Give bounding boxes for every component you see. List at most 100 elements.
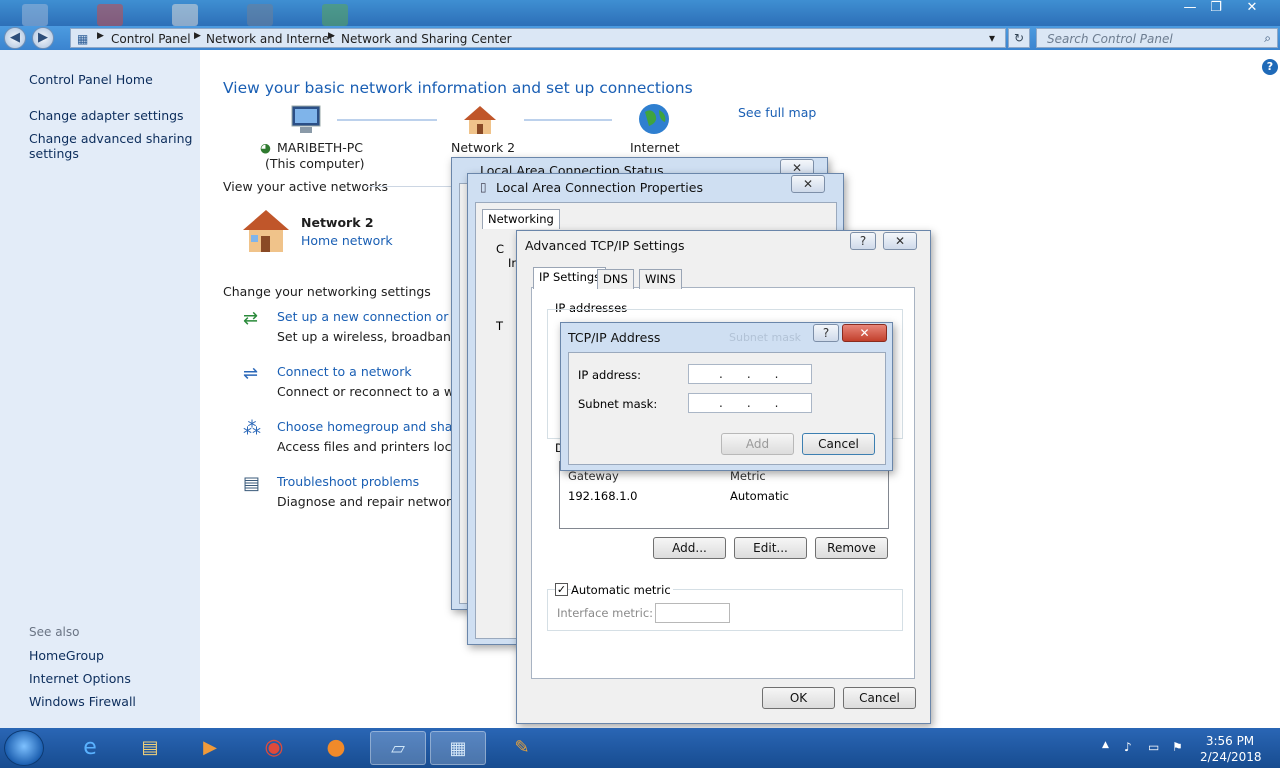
gateway-value[interactable]: 192.168.1.0 xyxy=(568,489,638,503)
computer-icon[interactable] xyxy=(288,104,324,136)
minimize-button[interactable]: — xyxy=(1178,0,1202,18)
close-icon[interactable]: ✕ xyxy=(791,175,825,193)
map-connector-line xyxy=(524,119,612,121)
maximize-button[interactable]: ❐ xyxy=(1204,0,1228,18)
ok-button[interactable]: OK xyxy=(762,687,835,709)
dialog-title: Advanced TCP/IP Settings xyxy=(525,238,685,253)
desktop-icon xyxy=(247,4,273,26)
dialog-title: Local Area Connection Properties xyxy=(496,180,703,195)
desktop-icon xyxy=(172,4,198,26)
sidebar-item-adapter[interactable]: Change adapter settings xyxy=(29,108,184,123)
partial-label-c: C xyxy=(496,242,505,256)
volume-icon[interactable]: ♪ xyxy=(1124,740,1132,754)
address-dropdown-icon[interactable]: ▾ xyxy=(989,31,995,45)
address-bar[interactable]: ▦ ▶ Control Panel ▶ Network and Internet… xyxy=(70,28,1006,48)
home-network-large-icon xyxy=(243,210,289,252)
computer-name: MARIBETH-PC xyxy=(277,140,363,155)
desktop-icon xyxy=(22,4,48,26)
sidebar-item-home[interactable]: Control Panel Home xyxy=(29,72,153,87)
internet-globe-icon[interactable] xyxy=(637,102,671,136)
breadcrumb-sharing-center[interactable]: Network and Sharing Center xyxy=(341,32,512,46)
see-also-heading: See also xyxy=(29,625,80,639)
active-network-name: Network 2 xyxy=(301,215,374,230)
control-panel-icon: ▦ xyxy=(77,32,89,46)
network-type-link[interactable]: Home network xyxy=(301,233,393,248)
refresh-button[interactable]: ↻ xyxy=(1008,28,1030,48)
close-window-button[interactable]: ✕ xyxy=(1232,0,1272,18)
sidebar-item-internet-options[interactable]: Internet Options xyxy=(29,671,131,686)
breadcrumb-control-panel[interactable]: Control Panel xyxy=(111,32,191,46)
metric-column-header[interactable]: Metric xyxy=(730,469,766,483)
sidebar-item-advanced-sharing[interactable]: Change advanced sharing xyxy=(29,131,192,146)
this-computer-label: (This computer) xyxy=(265,156,365,171)
divider xyxy=(366,186,456,187)
start-button[interactable] xyxy=(4,730,44,766)
sidebar-item-advanced-sharing-2[interactable]: settings xyxy=(29,146,79,161)
chrome-icon[interactable]: ◉ xyxy=(246,731,302,765)
close-icon[interactable]: ✕ xyxy=(883,232,917,250)
task-homegroup-link[interactable]: Choose homegroup and sharing xyxy=(277,419,477,434)
search-placeholder: Search Control Panel xyxy=(1047,32,1173,46)
task-troubleshoot-link[interactable]: Troubleshoot problems xyxy=(277,474,419,489)
faint-background-text: Subnet mask xyxy=(729,331,802,344)
partial-label-t: T xyxy=(496,319,504,333)
task-connect-network-link[interactable]: Connect to a network xyxy=(277,364,412,379)
interface-metric-label: Interface metric: xyxy=(557,606,654,620)
clock[interactable]: 3:56 PM 2/24/2018 xyxy=(1200,733,1262,765)
add-address-button[interactable]: Add xyxy=(721,433,794,455)
tab-ip-settings[interactable]: IP Settings xyxy=(533,267,607,289)
edit-gateway-button[interactable]: Edit... xyxy=(734,537,807,559)
see-full-map-link[interactable]: See full map xyxy=(738,105,816,120)
window-title-bar: — ❐ ✕ xyxy=(0,0,1280,26)
paint-icon[interactable]: ✎ xyxy=(494,731,550,765)
internet-explorer-icon[interactable]: e xyxy=(62,731,118,765)
tab-wins[interactable]: WINS xyxy=(639,269,682,289)
firefox-icon[interactable]: ● xyxy=(308,731,364,765)
breadcrumb-network-internet[interactable]: Network and Internet xyxy=(206,32,334,46)
gateway-column-header[interactable]: Gateway xyxy=(568,469,619,483)
desktop-icon xyxy=(97,4,123,26)
cancel-address-button[interactable]: Cancel xyxy=(802,433,875,455)
help-button[interactable]: ? xyxy=(850,232,876,250)
ip-address-label: IP address: xyxy=(578,368,642,382)
troubleshoot-icon: ▤ xyxy=(243,473,261,494)
network-tray-icon[interactable]: ▭ xyxy=(1148,740,1159,754)
file-explorer-icon[interactable]: ▤ xyxy=(122,731,178,765)
internet-node-label: Internet xyxy=(630,140,680,155)
breadcrumb-separator-icon[interactable]: ▶ xyxy=(194,31,201,41)
back-button[interactable]: ◀ xyxy=(4,27,26,49)
desktop-icon xyxy=(322,4,348,26)
tab-networking[interactable]: Networking xyxy=(482,209,560,229)
interface-metric-input[interactable] xyxy=(655,603,730,623)
metric-value[interactable]: Automatic xyxy=(730,489,789,503)
ip-address-input[interactable]: ... xyxy=(688,364,812,384)
show-hidden-icons-icon[interactable]: ▲ xyxy=(1102,740,1109,750)
dialog-title: TCP/IP Address xyxy=(568,330,661,345)
breadcrumb-separator-icon[interactable]: ▶ xyxy=(97,31,104,41)
new-connection-icon: ⇄ xyxy=(243,308,259,329)
action-center-icon[interactable]: ⚑ xyxy=(1172,740,1183,754)
search-input[interactable]: Search Control Panel ⌕ xyxy=(1036,28,1278,48)
cancel-button[interactable]: Cancel xyxy=(843,687,916,709)
forward-button[interactable]: ▶ xyxy=(32,27,54,49)
active-networks-heading: View your active networks xyxy=(223,179,388,194)
add-gateway-button[interactable]: Add... xyxy=(653,537,726,559)
gateway-list[interactable]: Gateway Metric 192.168.1.0 Automatic xyxy=(559,461,889,529)
help-icon[interactable]: ? xyxy=(1262,59,1278,75)
close-icon[interactable]: ✕ xyxy=(842,324,887,342)
media-player-icon[interactable]: ▶ xyxy=(182,731,238,765)
help-button[interactable]: ? xyxy=(813,324,839,342)
breadcrumb-separator-icon[interactable]: ▶ xyxy=(328,31,335,41)
home-network-icon[interactable] xyxy=(462,104,498,136)
change-settings-heading: Change your networking settings xyxy=(223,284,431,299)
sidebar-item-homegroup[interactable]: HomeGroup xyxy=(29,648,104,663)
automatic-metric-checkbox[interactable]: ✓ xyxy=(555,583,568,596)
tablet-app-icon[interactable]: ▱ xyxy=(370,731,426,765)
remove-gateway-button[interactable]: Remove xyxy=(815,537,888,559)
tab-dns[interactable]: DNS xyxy=(597,269,634,289)
subnet-mask-input[interactable]: ... xyxy=(688,393,812,413)
sidebar-item-firewall[interactable]: Windows Firewall xyxy=(29,694,136,709)
clock-time: 3:56 PM xyxy=(1205,734,1255,748)
control-panel-taskbar-icon[interactable]: ▦ xyxy=(430,731,486,765)
search-icon[interactable]: ⌕ xyxy=(1264,31,1271,46)
